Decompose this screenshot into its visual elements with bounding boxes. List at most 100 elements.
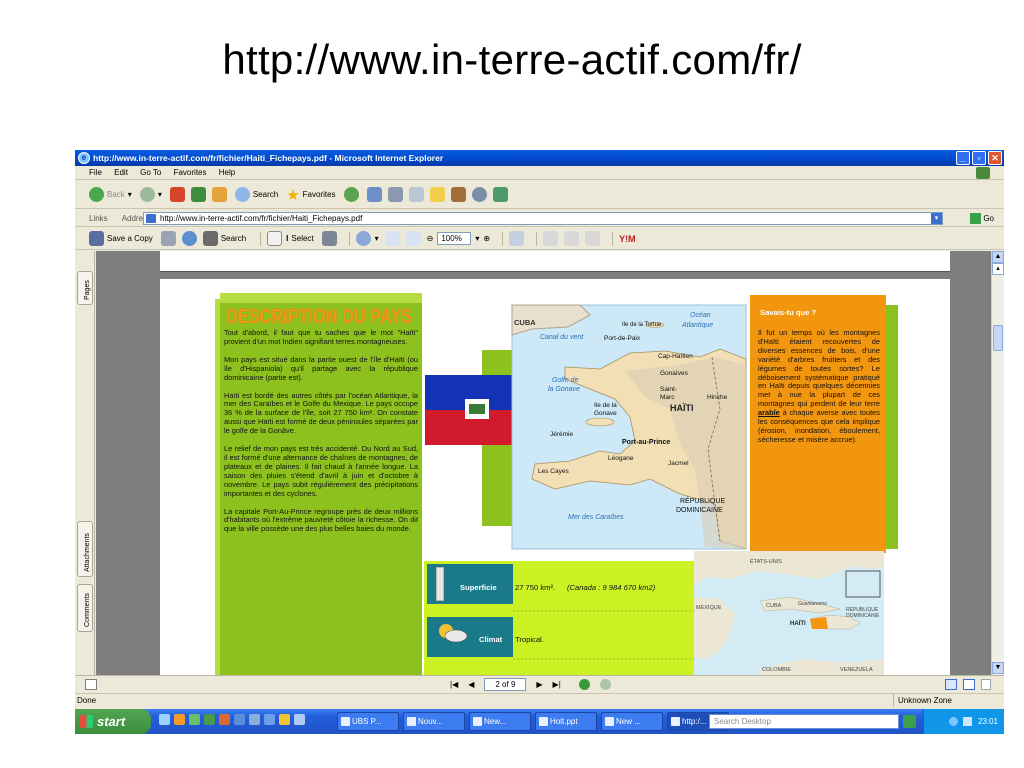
taskbar-item[interactable]: New ...	[601, 712, 663, 731]
search-button[interactable]: Search	[234, 187, 278, 202]
stop-icon[interactable]	[169, 187, 185, 202]
tab-attachments[interactable]: Attachments	[77, 521, 93, 577]
taskbar-item[interactable]: New...	[469, 712, 531, 731]
media-icon[interactable]	[174, 714, 185, 725]
scroll-thumb[interactable]	[993, 325, 1003, 351]
tab-comments[interactable]: Comments	[77, 584, 93, 632]
menu-help[interactable]: Help	[219, 168, 235, 177]
mail-icon[interactable]	[366, 187, 382, 202]
close-button[interactable]: ✕	[988, 151, 1002, 165]
tray-icon[interactable]	[948, 717, 958, 727]
map-label: Cap-Haïtien	[658, 353, 693, 360]
sign-icon[interactable]	[543, 231, 559, 246]
map-label: Léogane	[608, 455, 634, 462]
app-icon[interactable]	[264, 714, 275, 725]
page-navigation: |◀ ◀ 2 of 9 ▶ ▶|	[450, 678, 611, 691]
tab-pages[interactable]: Pages	[77, 271, 93, 305]
previous-view-icon[interactable]	[578, 679, 590, 690]
desktop-icon[interactable]	[189, 714, 200, 725]
home-icon[interactable]	[211, 187, 227, 202]
document-icon[interactable]	[585, 231, 601, 246]
page-number-input[interactable]: 2 of 9	[484, 678, 527, 691]
hand-tool-icon[interactable]	[267, 231, 283, 246]
address-input[interactable]: http://www.in-terre-actif.com/fr/fichier…	[143, 212, 943, 225]
first-page-icon[interactable]: |◀	[450, 680, 458, 689]
next-page-icon[interactable]: ▶	[536, 680, 542, 689]
search-go-icon[interactable]	[903, 715, 916, 728]
address-dropdown-icon[interactable]: ▾	[931, 213, 942, 224]
desktop-search-input[interactable]: Search Desktop	[709, 714, 899, 729]
snapshot-icon[interactable]	[321, 231, 337, 246]
document-area[interactable]: DESCRIPTION DU PAYS Tout d'abord, il fau…	[96, 251, 991, 675]
links-label[interactable]: Links	[89, 214, 108, 223]
menu-goto[interactable]: Go To	[140, 168, 161, 177]
rotate-icon[interactable]	[509, 231, 525, 246]
taskbar-item[interactable]: UBS P...	[337, 712, 399, 731]
start-button[interactable]: start	[75, 709, 151, 734]
taskbar-item[interactable]: Nouv...	[403, 712, 465, 731]
back-button[interactable]: Back ▾	[89, 187, 132, 202]
pdf-search-button[interactable]: Search	[202, 231, 246, 246]
column-top-strip	[220, 293, 422, 303]
edit-icon[interactable]	[408, 187, 424, 202]
app-icon[interactable]	[279, 714, 290, 725]
powerpoint-icon[interactable]	[219, 714, 230, 725]
plugin-icon[interactable]	[492, 187, 508, 202]
menu-favorites[interactable]: Favorites	[174, 168, 207, 177]
next-view-icon[interactable]	[599, 679, 611, 690]
scroll-up-icon[interactable]: ▲	[992, 251, 1004, 263]
menu-file[interactable]: File	[89, 168, 102, 177]
taskbar-item[interactable]: Holt.ppt	[535, 712, 597, 731]
refresh-icon[interactable]	[190, 187, 206, 202]
zoom-input[interactable]: 100%	[437, 232, 472, 245]
map-label: Les Cayes	[538, 468, 569, 475]
page-layout-icon[interactable]	[85, 679, 97, 690]
excel-icon[interactable]	[204, 714, 215, 725]
last-page-icon[interactable]: ▶|	[553, 680, 561, 689]
single-page-icon[interactable]	[945, 679, 957, 690]
locator-label: VENEZUELA	[840, 667, 873, 673]
zoom-icon[interactable]	[355, 231, 371, 246]
messenger-icon[interactable]	[471, 187, 487, 202]
map-label: Port-de-Paix	[604, 335, 641, 342]
word-icon[interactable]	[234, 714, 245, 725]
review-icon[interactable]	[564, 231, 580, 246]
research-icon[interactable]	[450, 187, 466, 202]
locator-label: MEXIQUE	[696, 605, 722, 611]
scroll-down-icon[interactable]: ▼	[992, 662, 1004, 674]
save-icon	[89, 231, 104, 246]
folder-icon[interactable]	[429, 187, 445, 202]
favorites-button[interactable]: ★ Favorites	[286, 186, 335, 204]
volume-icon[interactable]	[962, 717, 972, 727]
savais-text: Il fut un temps où les montagnes d'Haïti…	[758, 329, 880, 444]
zoom-dropdown-icon[interactable]: ▾	[475, 234, 479, 243]
save-copy-button[interactable]: Save a Copy	[89, 231, 153, 246]
forward-button[interactable]: ▾	[139, 187, 162, 202]
select-tool-button[interactable]: I Select	[286, 234, 313, 243]
print-icon[interactable]	[387, 187, 403, 202]
zoom-in-icon[interactable]: ⊕	[483, 234, 490, 243]
savais-emphasis: arable	[758, 408, 780, 418]
fit-width-icon[interactable]	[405, 231, 421, 246]
continuous-page-icon[interactable]	[963, 679, 975, 690]
vertical-scrollbar[interactable]: ▲ ▴ ▼	[991, 251, 1004, 675]
windows-logo-icon	[80, 715, 93, 728]
yahoo-icon[interactable]: Y!M	[619, 234, 636, 244]
climat-label: Climat	[479, 635, 503, 644]
history-icon[interactable]	[343, 187, 359, 202]
maximize-button[interactable]: ▫	[972, 151, 986, 165]
app-icon[interactable]	[249, 714, 260, 725]
go-button[interactable]: Go	[970, 212, 994, 225]
email-icon[interactable]	[181, 231, 197, 246]
fit-page-icon[interactable]	[384, 231, 400, 246]
facing-page-icon[interactable]	[981, 679, 991, 690]
ruler-icon	[435, 566, 445, 602]
app-icon[interactable]	[294, 714, 305, 725]
previous-page-icon[interactable]: ◀	[468, 680, 474, 689]
zoom-out-icon[interactable]: ⊖	[427, 234, 434, 243]
minimize-button[interactable]: _	[956, 151, 970, 165]
print-pdf-icon[interactable]	[160, 231, 176, 246]
scroll-up-icon[interactable]: ▴	[992, 263, 1004, 275]
ie-quicklaunch-icon[interactable]	[159, 714, 170, 725]
menu-edit[interactable]: Edit	[114, 168, 128, 177]
